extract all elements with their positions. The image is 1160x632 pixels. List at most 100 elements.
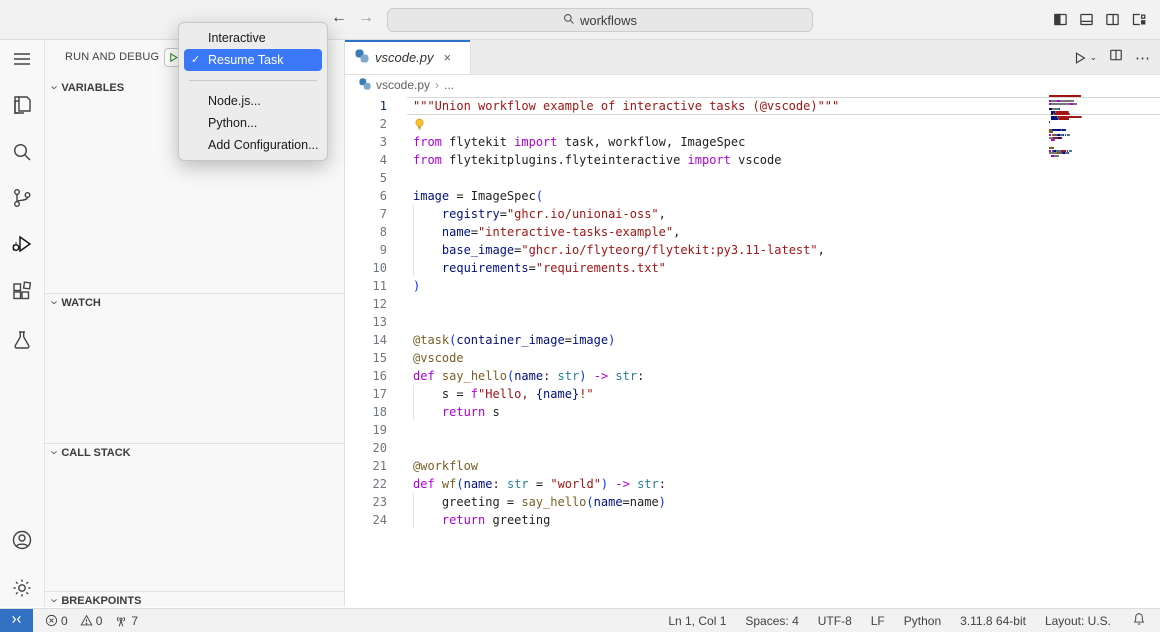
status-indentation[interactable]: Spaces: 4 <box>745 614 798 628</box>
code-line-21[interactable]: 21@workflow <box>345 457 1160 475</box>
section-watch[interactable]: › WATCH <box>53 295 101 310</box>
line-number[interactable]: 12 <box>345 295 387 313</box>
menu-item-node-js[interactable]: Node.js... <box>184 90 322 112</box>
code-line-22[interactable]: 22def wf(name: str = "world") -> str: <box>345 475 1160 493</box>
forward-arrow-icon[interactable]: → <box>358 9 374 27</box>
notifications-bell-icon[interactable] <box>1132 612 1146 629</box>
line-number[interactable]: 22 <box>345 475 387 493</box>
forwarded-ports[interactable]: 7 <box>114 614 138 628</box>
menu-item-resume-task[interactable]: ✓Resume Task <box>184 49 322 71</box>
code-editor[interactable]: 1"""Union workflow example of interactiv… <box>345 95 1160 607</box>
code-line-19[interactable]: 19 <box>345 421 1160 439</box>
code-line-23[interactable]: 23 greeting = say_hello(name=name) <box>345 493 1160 511</box>
section-variables[interactable]: › VARIABLES <box>53 80 124 95</box>
status-encoding[interactable]: UTF-8 <box>818 614 852 628</box>
split-editor-icon[interactable] <box>1109 48 1123 67</box>
line-content: @vscode <box>413 349 464 367</box>
code-line-15[interactable]: 15 @vscode <box>345 349 1160 367</box>
code-line-4[interactable]: 4from flytekitplugins.flyteinteractive i… <box>345 151 1160 169</box>
activity-explorer[interactable] <box>0 91 44 119</box>
toggle-panel-icon[interactable] <box>1079 12 1094 27</box>
tab-vscode-py[interactable]: vscode.py × <box>345 40 471 74</box>
activity-menu-button[interactable] <box>0 45 44 73</box>
line-number[interactable]: 20 <box>345 439 387 457</box>
line-number[interactable]: 1 <box>345 97 387 115</box>
menu-item-add-configuration[interactable]: Add Configuration... <box>184 134 322 156</box>
line-number[interactable]: 14 <box>345 331 387 349</box>
code-line-2[interactable]: 2 <box>345 115 1160 133</box>
menu-item-python[interactable]: Python... <box>184 112 322 134</box>
line-number[interactable]: 7 <box>345 205 387 223</box>
line-number[interactable]: 15 <box>345 349 387 367</box>
code-line-3[interactable]: 3from flytekit import task, workflow, Im… <box>345 133 1160 151</box>
run-python-file-button[interactable]: ⌄ <box>1073 51 1097 65</box>
code-line-8[interactable]: 8 name="interactive-tasks-example", <box>345 223 1160 241</box>
code-line-17[interactable]: 17 s = f"Hello, {name}!" <box>345 385 1160 403</box>
python-file-icon <box>355 49 369 66</box>
problems-warnings[interactable]: 0 <box>80 614 103 628</box>
line-number[interactable]: 9 <box>345 241 387 259</box>
code-line-1[interactable]: 1"""Union workflow example of interactiv… <box>345 97 1160 115</box>
line-number[interactable]: 17 <box>345 385 387 403</box>
line-number[interactable]: 8 <box>345 223 387 241</box>
activity-account[interactable] <box>0 526 44 554</box>
customize-layout-icon[interactable] <box>1131 12 1146 27</box>
line-number[interactable]: 3 <box>345 133 387 151</box>
code-line-18[interactable]: 18 return s <box>345 403 1160 421</box>
code-line-7[interactable]: 7 registry="ghcr.io/unionai-oss", <box>345 205 1160 223</box>
activity-settings[interactable] <box>0 574 44 602</box>
statusbar-right: Ln 1, Col 1 Spaces: 4 UTF-8 LF Python 3.11.8 … <box>668 612 1146 629</box>
breadcrumb-file[interactable]: vscode.py <box>376 78 430 92</box>
line-number[interactable]: 10 <box>345 259 387 277</box>
remote-indicator[interactable] <box>0 609 33 632</box>
line-number[interactable]: 23 <box>345 493 387 511</box>
code-line-5[interactable]: 5 <box>345 169 1160 187</box>
line-number[interactable]: 13 <box>345 313 387 331</box>
code-line-16[interactable]: 16def say_hello(name: str) -> str: <box>345 367 1160 385</box>
problems-errors[interactable]: 0 <box>45 614 68 628</box>
breadcrumb: vscode.py › ... <box>345 75 1160 95</box>
line-number[interactable]: 19 <box>345 421 387 439</box>
chevron-down-icon: ⌄ <box>1089 52 1097 63</box>
debug-configuration-menu: Interactive Debugging✓Resume Task Node.js… <box>178 22 328 161</box>
breadcrumb-more[interactable]: ... <box>444 78 454 92</box>
section-breakpoints[interactable]: › BREAKPOINTS <box>53 593 141 608</box>
activity-extensions[interactable] <box>0 278 44 306</box>
code-line-12[interactable]: 12 <box>345 295 1160 313</box>
status-cursor-position[interactable]: Ln 1, Col 1 <box>668 614 726 628</box>
status-language-mode[interactable]: Python <box>904 614 941 628</box>
status-python-interpreter[interactable]: 3.11.8 64-bit <box>960 614 1026 628</box>
code-line-20[interactable]: 20 <box>345 439 1160 457</box>
line-number[interactable]: 5 <box>345 169 387 187</box>
toggle-primary-sidebar-icon[interactable] <box>1053 12 1068 27</box>
activity-source-control[interactable] <box>0 184 44 212</box>
chevron-down-icon: › <box>48 450 63 454</box>
line-number[interactable]: 4 <box>345 151 387 169</box>
menu-item-interactive-debugging[interactable]: Interactive Debugging <box>184 27 322 49</box>
code-line-14[interactable]: 14@task(container_image=image) <box>345 331 1160 349</box>
line-number[interactable]: 16 <box>345 367 387 385</box>
activity-testing[interactable] <box>0 326 44 354</box>
line-number[interactable]: 18 <box>345 403 387 421</box>
code-line-10[interactable]: 10 requirements="requirements.txt" <box>345 259 1160 277</box>
section-call-stack[interactable]: › CALL STACK <box>53 445 131 460</box>
code-line-24[interactable]: 24 return greeting <box>345 511 1160 529</box>
code-line-6[interactable]: 6image = ImageSpec( <box>345 187 1160 205</box>
status-eol[interactable]: LF <box>871 614 885 628</box>
status-keyboard-layout[interactable]: Layout: U.S. <box>1045 614 1111 628</box>
toggle-secondary-sidebar-icon[interactable] <box>1105 12 1120 27</box>
activity-search[interactable] <box>0 138 44 166</box>
line-number[interactable]: 11 <box>345 277 387 295</box>
line-number[interactable]: 21 <box>345 457 387 475</box>
close-tab-icon[interactable]: × <box>444 50 452 65</box>
code-line-13[interactable]: 13 <box>345 313 1160 331</box>
back-arrow-icon[interactable]: ← <box>331 9 347 27</box>
code-line-11[interactable]: 11) <box>345 277 1160 295</box>
more-actions-icon[interactable]: ⋯ <box>1135 49 1150 67</box>
command-center-search[interactable]: workflows <box>387 8 813 32</box>
line-number[interactable]: 24 <box>345 511 387 529</box>
line-number[interactable]: 6 <box>345 187 387 205</box>
code-line-9[interactable]: 9 base_image="ghcr.io/flyteorg/flytekit:… <box>345 241 1160 259</box>
activity-run-and-debug[interactable] <box>0 230 44 258</box>
line-number[interactable]: 2 <box>345 115 387 133</box>
